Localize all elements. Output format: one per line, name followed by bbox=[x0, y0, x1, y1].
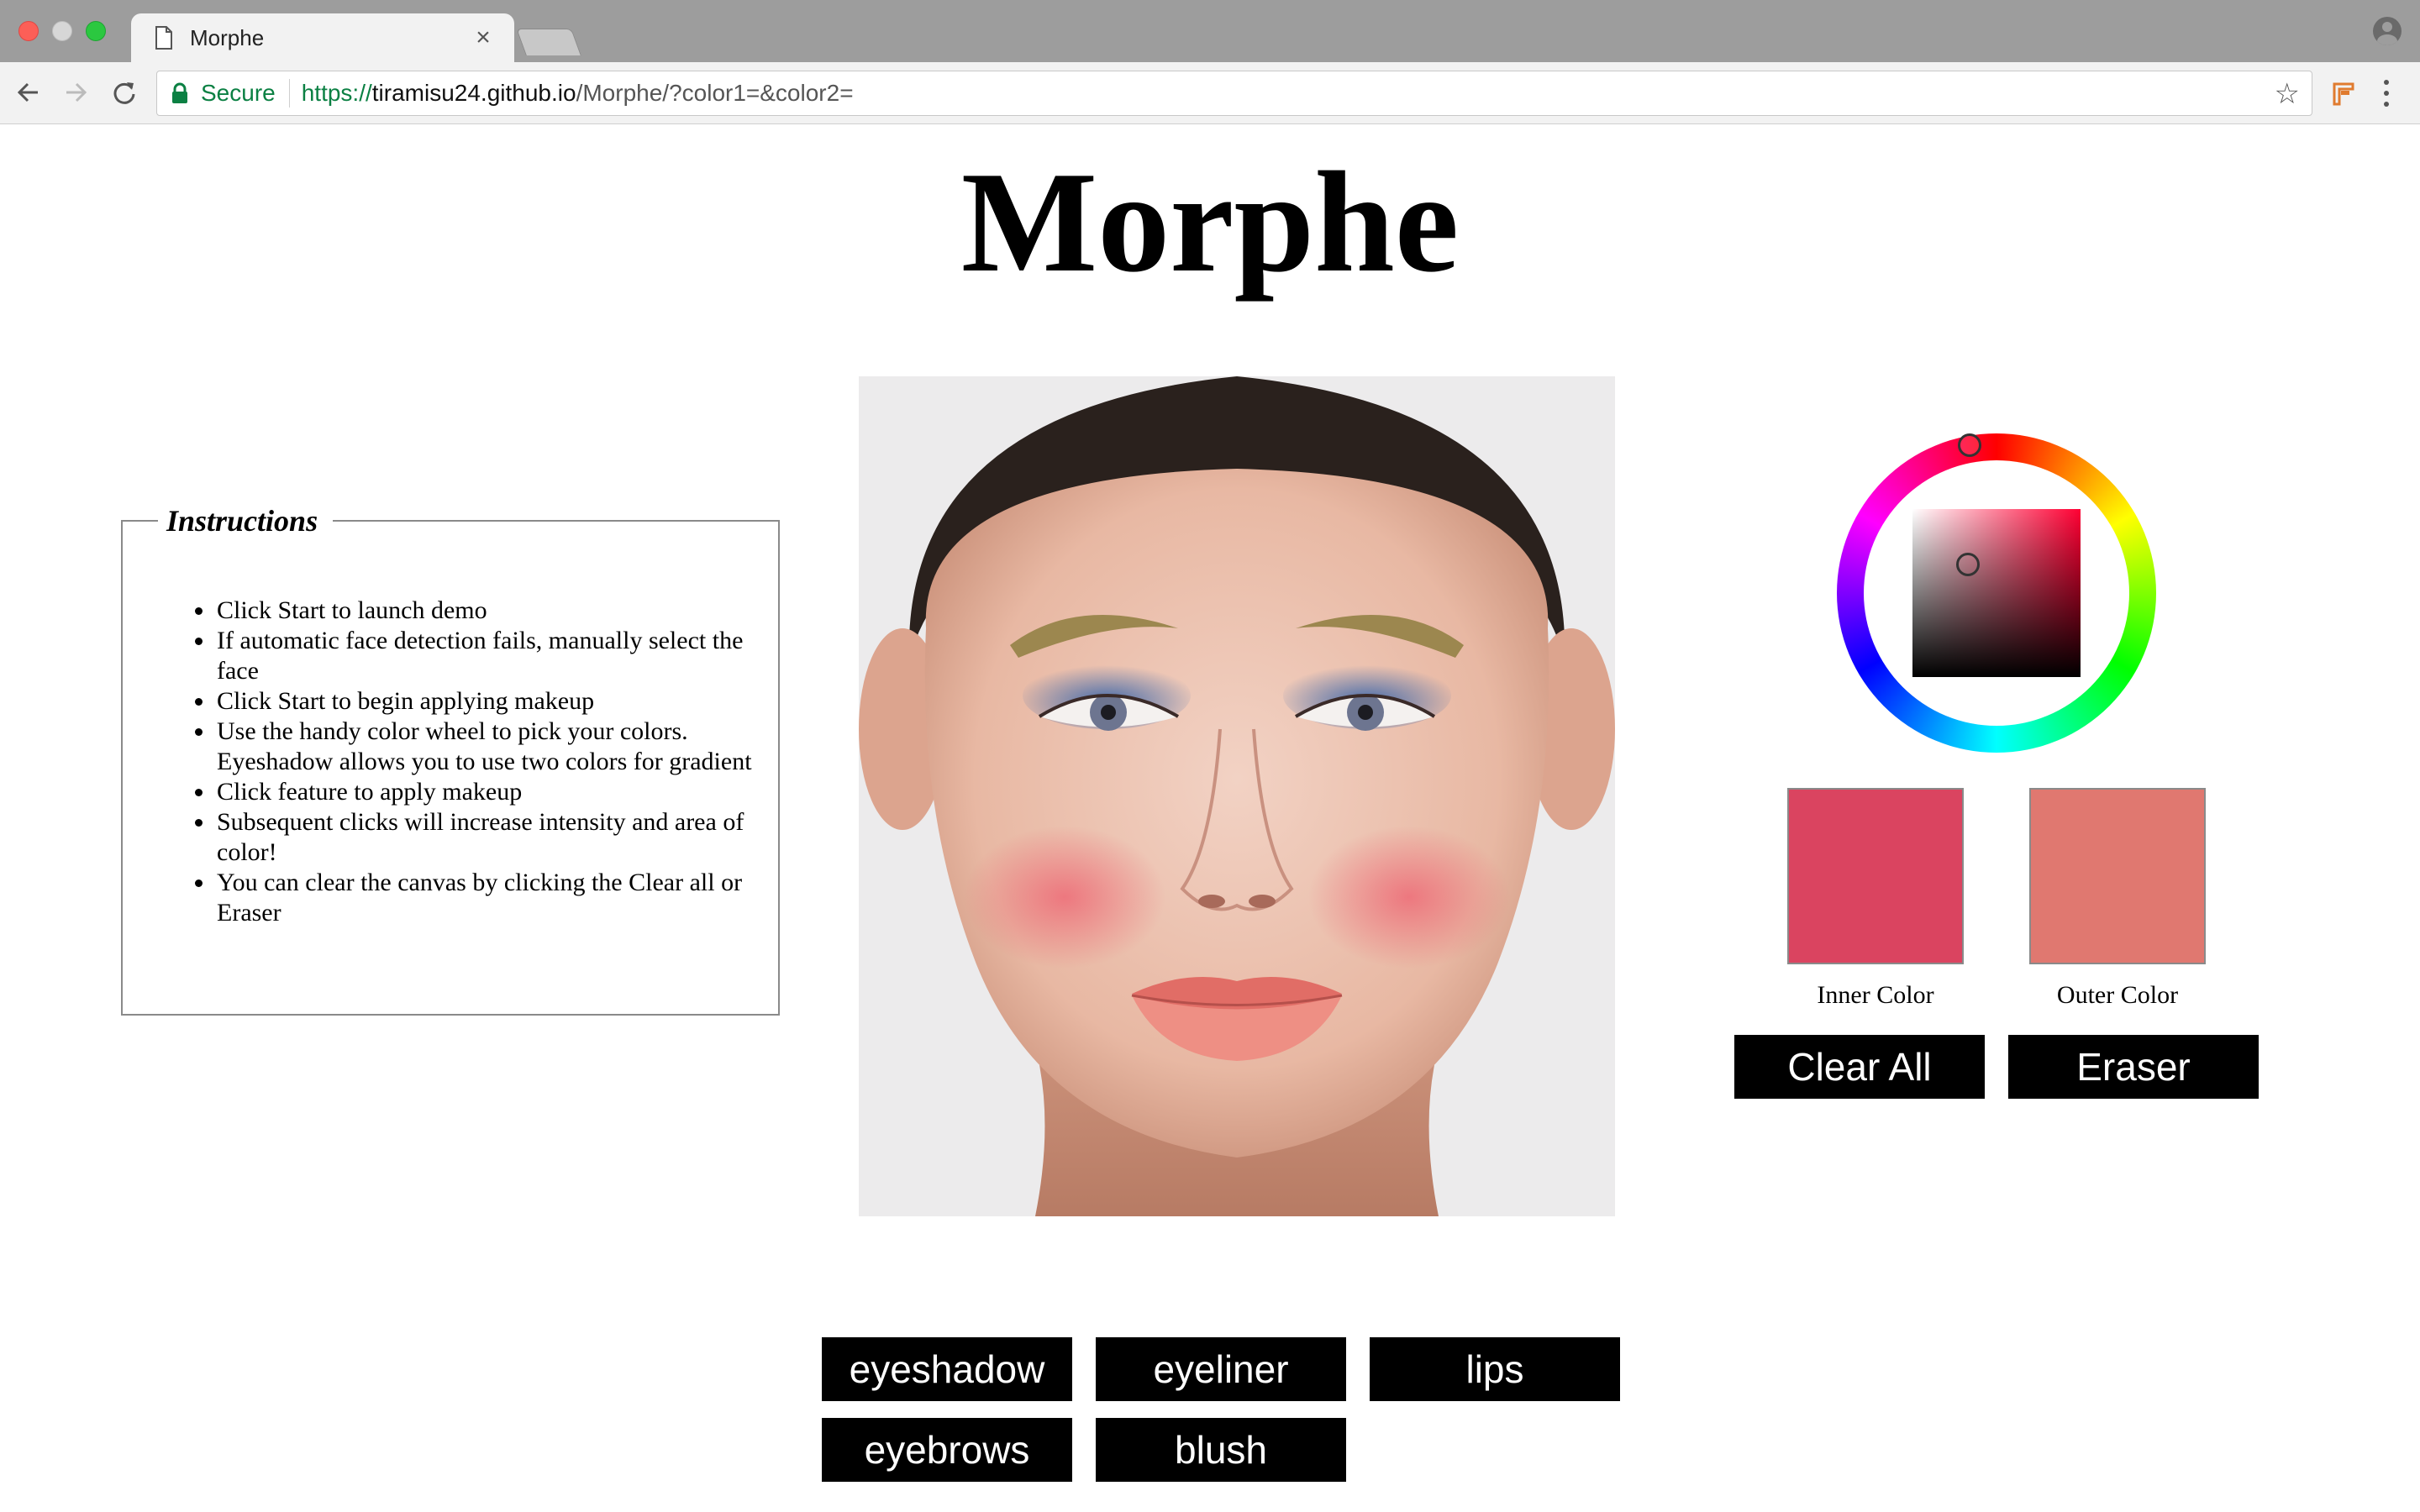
secure-label: Secure bbox=[201, 80, 276, 106]
browser-toolbar: Secure https://tiramisu24.github.io/Morp… bbox=[0, 62, 2420, 124]
instructions-panel: Instructions Click Start to launch demo … bbox=[121, 501, 780, 1016]
lips-button[interactable]: lips bbox=[1370, 1337, 1620, 1401]
url-host: tiramisu24.github.io bbox=[371, 80, 576, 106]
reload-icon[interactable] bbox=[108, 76, 141, 109]
clear-all-button[interactable]: Clear All bbox=[1734, 1035, 1985, 1099]
back-arrow-icon[interactable] bbox=[12, 76, 45, 109]
outer-color-swatch[interactable] bbox=[2029, 788, 2206, 964]
instruction-item: If automatic face detection fails, manua… bbox=[215, 626, 758, 686]
url-text[interactable]: https://tiramisu24.github.io/Morphe/?col… bbox=[302, 80, 854, 107]
saturation-handle[interactable] bbox=[1956, 553, 1980, 576]
hue-handle[interactable] bbox=[1958, 433, 1981, 457]
instructions-legend: Instructions bbox=[158, 501, 334, 540]
instruction-item: Use the handy color wheel to pick your c… bbox=[215, 717, 758, 777]
browser-tab-bar: Morphe × bbox=[0, 0, 2420, 62]
instruction-item: You can clear the canvas by clicking the… bbox=[215, 868, 758, 928]
saturation-value-square[interactable] bbox=[1912, 509, 2081, 677]
instruction-item: Subsequent clicks will increase intensit… bbox=[215, 807, 758, 868]
instructions-list: Click Start to launch demo If automatic … bbox=[215, 596, 758, 928]
page-icon bbox=[155, 26, 173, 50]
inner-color-swatch[interactable] bbox=[1787, 788, 1964, 964]
eyebrows-button[interactable]: eyebrows bbox=[822, 1418, 1072, 1482]
instruction-item: Click feature to apply makeup bbox=[215, 777, 758, 807]
new-tab-button[interactable] bbox=[516, 29, 581, 55]
instruction-item: Click Start to launch demo bbox=[215, 596, 758, 626]
eyeshadow-button[interactable]: eyeshadow bbox=[822, 1337, 1072, 1401]
eyeliner-button[interactable]: eyeliner bbox=[1096, 1337, 1346, 1401]
forward-arrow-icon[interactable] bbox=[59, 76, 92, 109]
url-separator bbox=[288, 79, 290, 108]
window-minimize-button[interactable] bbox=[52, 21, 72, 41]
extension-icon[interactable] bbox=[2329, 79, 2358, 108]
inner-color-label: Inner Color bbox=[1817, 981, 1934, 1009]
blush-button[interactable]: blush bbox=[1096, 1418, 1346, 1482]
window-close-button[interactable] bbox=[18, 21, 39, 41]
bookmark-star-icon[interactable]: ☆ bbox=[2275, 78, 2300, 110]
address-bar[interactable]: Secure https://tiramisu24.github.io/Morp… bbox=[156, 71, 2312, 116]
lock-icon bbox=[171, 82, 189, 104]
instruction-item: Click Start to begin applying makeup bbox=[215, 686, 758, 717]
outer-color-label: Outer Color bbox=[2056, 981, 2179, 1009]
page-title: Morphe bbox=[960, 143, 1460, 302]
url-path: /Morphe/?color1=&color2= bbox=[576, 80, 854, 106]
page-content: Morphe Instructions Click Start to launc… bbox=[0, 125, 2420, 1512]
browser-menu-icon[interactable] bbox=[2378, 77, 2395, 109]
eraser-button[interactable]: Eraser bbox=[2008, 1035, 2259, 1099]
tab-close-icon[interactable]: × bbox=[471, 25, 496, 50]
profile-icon[interactable] bbox=[2373, 17, 2402, 45]
url-scheme: https:// bbox=[301, 80, 372, 106]
color-wheel[interactable] bbox=[1837, 433, 2156, 753]
face-canvas[interactable] bbox=[859, 376, 1615, 1216]
browser-tab[interactable]: Morphe × bbox=[131, 13, 514, 62]
tab-title: Morphe bbox=[190, 24, 265, 50]
window-maximize-button[interactable] bbox=[86, 21, 106, 41]
